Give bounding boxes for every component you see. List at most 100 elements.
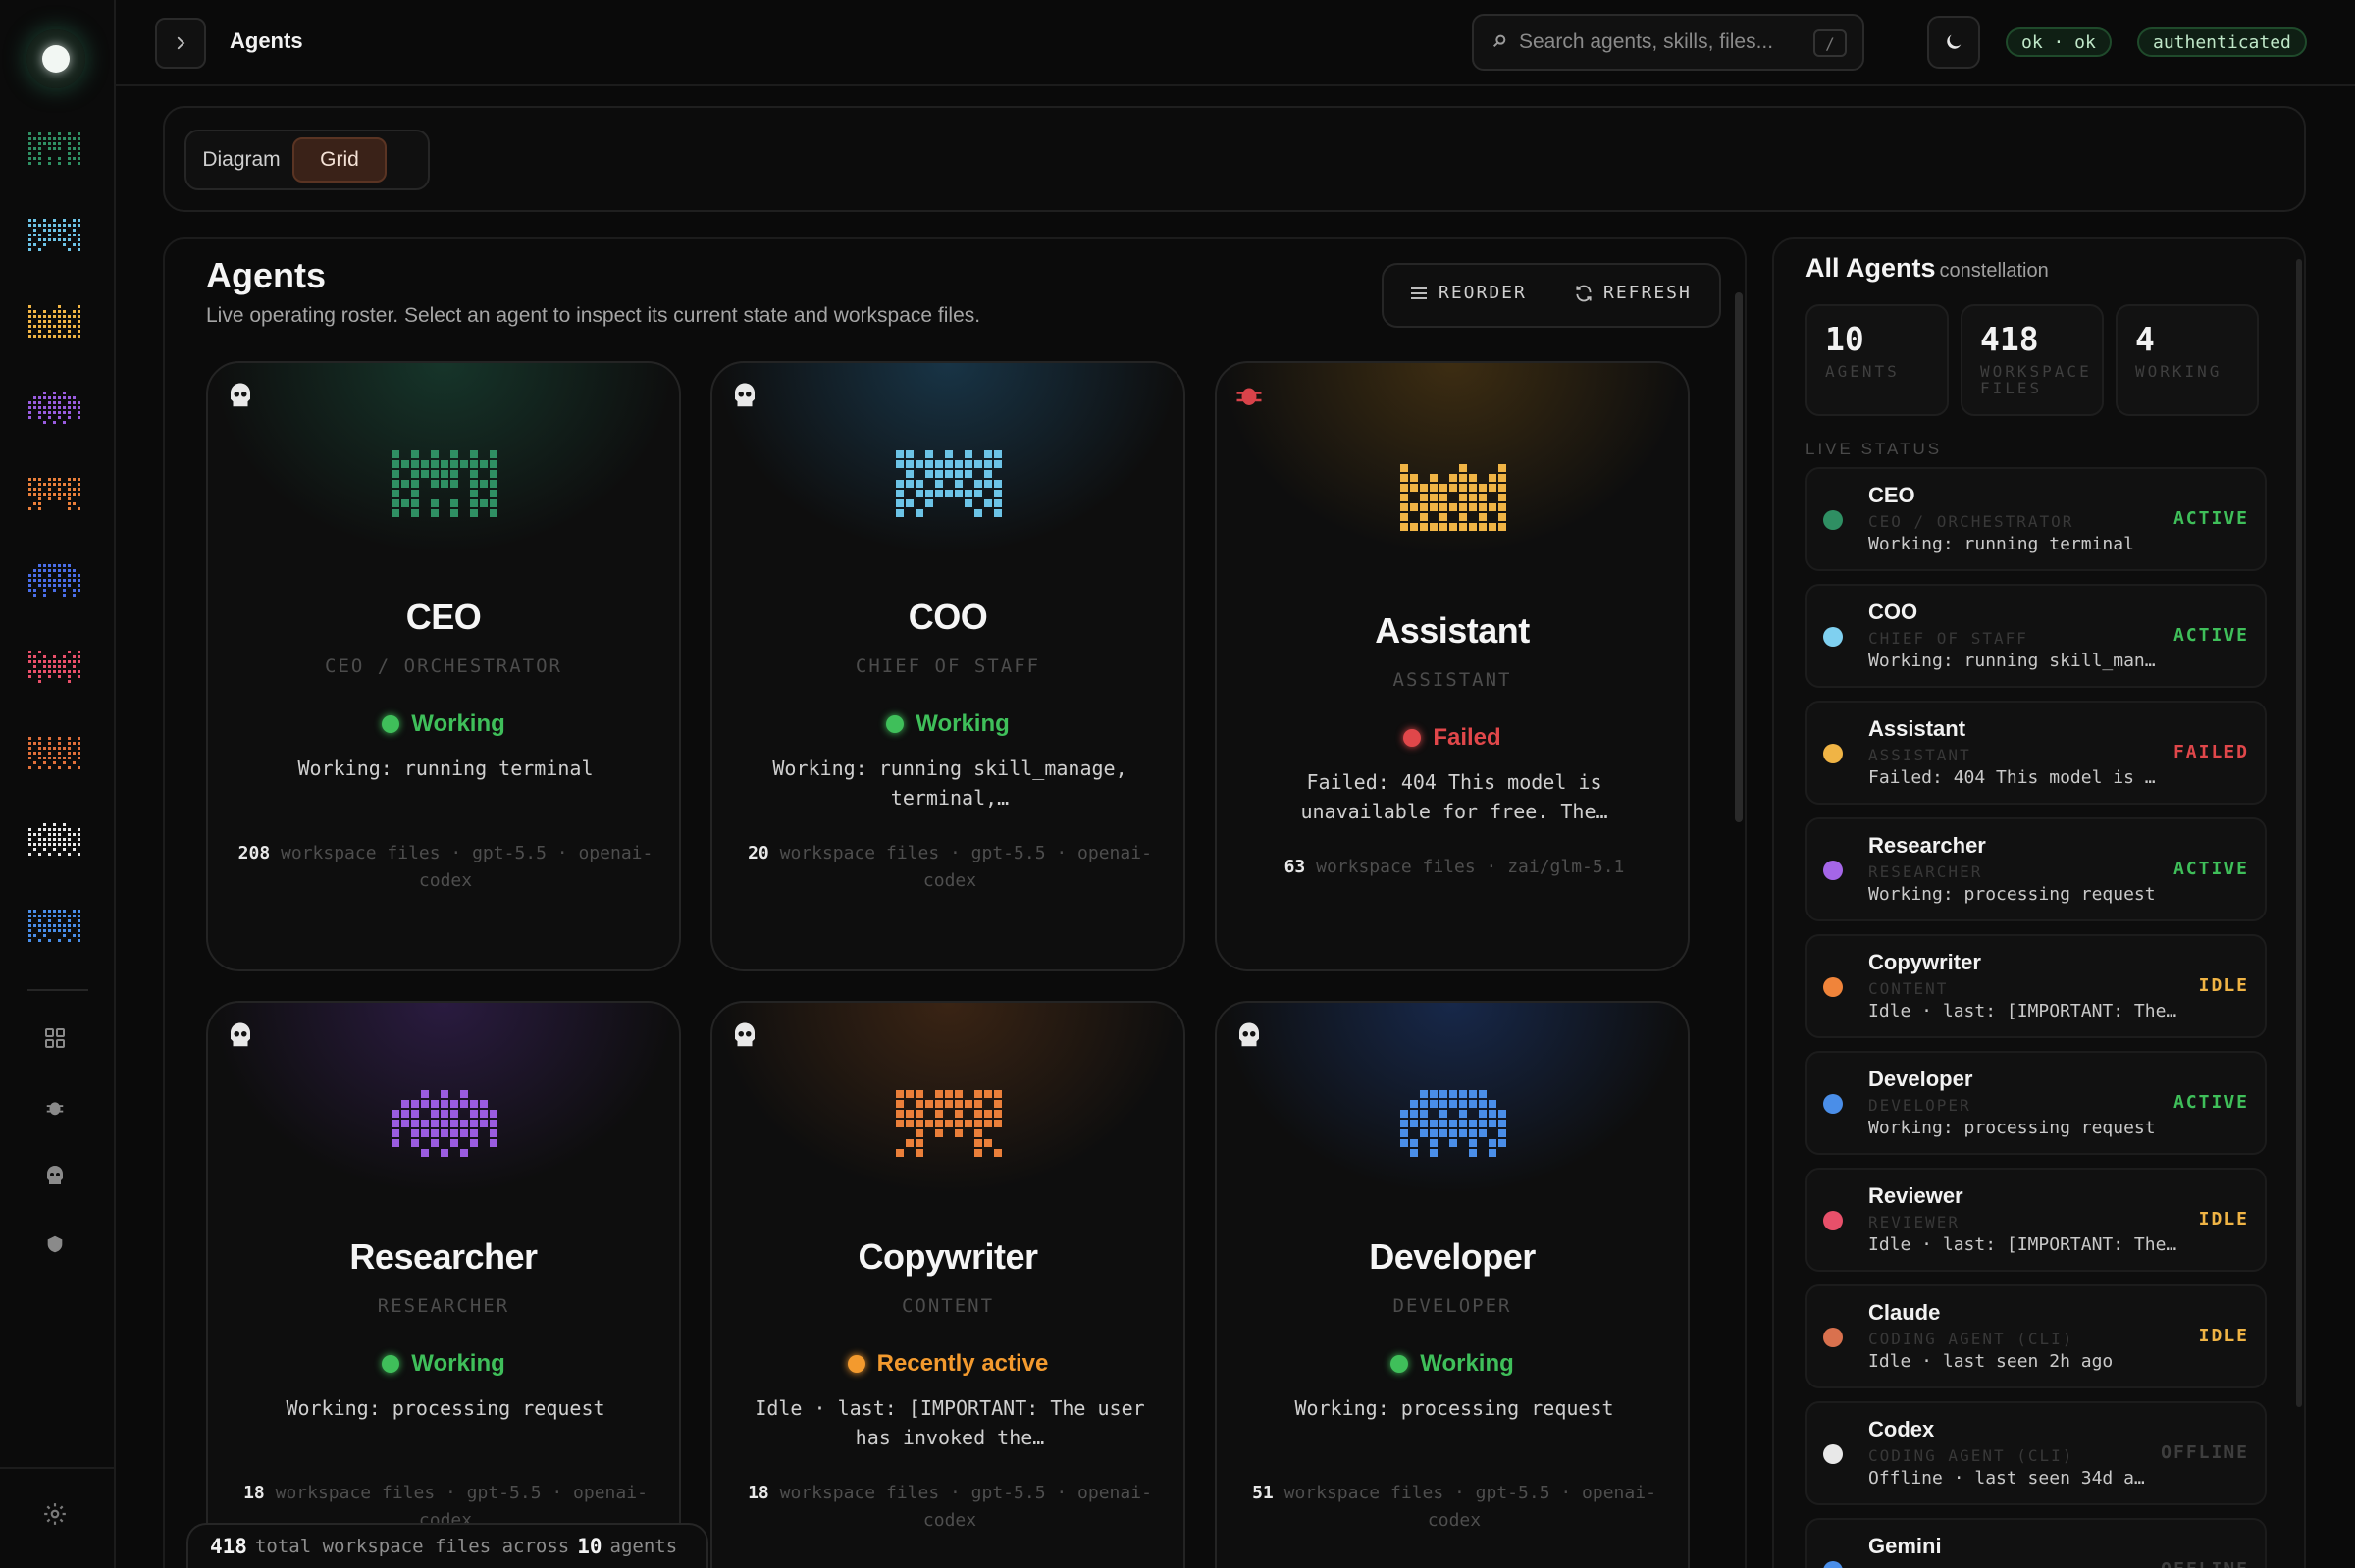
status-indicator: Working: [712, 710, 1183, 738]
agent-name: Claude: [1868, 1300, 1941, 1325]
meta-text: workspace files · gpt-5.5 · openai-codex: [779, 843, 1152, 891]
agent-card[interactable]: Developer DEVELOPER Working Working: pro…: [1215, 1001, 1690, 1568]
live-status-row[interactable]: CEO CEO / ORCHESTRATOR Working: running …: [1806, 467, 2267, 571]
status-detail: Working: running terminal: [1868, 534, 2134, 554]
status-dot: [1823, 1211, 1843, 1230]
rail-agent-avatar[interactable]: [27, 304, 80, 343]
rail-agent-avatar[interactable]: [27, 477, 80, 516]
rail-agent-avatar[interactable]: [27, 736, 80, 775]
agent-sprite: [391, 449, 500, 532]
panel-title: Agents: [206, 255, 327, 295]
agent-name: Assistant: [1868, 716, 1966, 741]
status-indicator: Working: [208, 710, 679, 738]
stat-label: AGENTS: [1825, 362, 1900, 381]
agent-role: CHIEF OF STAFF: [1868, 629, 2028, 648]
status-label: Recently active: [876, 1350, 1049, 1377]
agent-name: Developer: [1369, 1236, 1536, 1277]
agent-card[interactable]: COO CHIEF OF STAFF Working Working: runn…: [710, 361, 1185, 971]
state-badge: OFFLINE: [2161, 1559, 2249, 1568]
total-files: 418: [210, 1535, 247, 1558]
status-indicator: Working: [208, 1350, 679, 1378]
live-status-row[interactable]: Codex CODING AGENT (CLI) Offline · last …: [1806, 1401, 2267, 1505]
agent-role: CODING AGENT (CLI): [1868, 1330, 2074, 1348]
settings-gear-icon[interactable]: [40, 1499, 70, 1529]
search-box[interactable]: /: [1472, 14, 1864, 71]
agent-name: CEO: [405, 597, 482, 637]
meta-text: workspace files · gpt-5.5 · openai-codex: [779, 1483, 1152, 1531]
skull-icon: [226, 381, 257, 412]
agent-role: ASSISTANT: [1392, 669, 1512, 691]
grid-view-button[interactable]: Grid: [292, 137, 387, 183]
live-status-row[interactable]: Assistant ASSISTANT Failed: 404 This mod…: [1806, 701, 2267, 805]
skull-icon[interactable]: [40, 1161, 70, 1190]
status-detail: Working: running skill_manage, terminal,…: [772, 757, 1127, 810]
expand-sidebar-button[interactable]: [155, 18, 206, 69]
chevron-right-icon: [177, 36, 185, 50]
state-badge: ACTIVE: [2172, 859, 2249, 879]
status-dot: [382, 715, 400, 733]
live-status-row[interactable]: COO CHIEF OF STAFF Working: running skil…: [1806, 584, 2267, 688]
agent-name: Reviewer: [1868, 1183, 1963, 1208]
bug-icon[interactable]: [40, 1092, 70, 1122]
file-count: 20: [748, 843, 769, 863]
status-indicator: Failed: [1217, 724, 1688, 752]
agents-panel: Agents Live operating roster. Select an …: [163, 237, 1747, 1568]
left-rail: [0, 0, 116, 1568]
live-status-row[interactable]: Claude CODING AGENT (CLI) Idle · last se…: [1806, 1284, 2267, 1388]
live-status-row[interactable]: Reviewer REVIEWER Idle · last: [IMPORTAN…: [1806, 1168, 2267, 1272]
menu-icon: [1411, 287, 1427, 299]
agent-card[interactable]: CEO CEO / ORCHESTRATOR Working Working: …: [206, 361, 681, 971]
agent-role: CEO / ORCHESTRATOR: [1868, 512, 2074, 531]
scrollbar[interactable]: [1735, 292, 1743, 822]
agent-card[interactable]: Copywriter CONTENT Recently active Idle …: [710, 1001, 1185, 1568]
status-detail: Offline · last seen 34d a…: [1868, 1468, 2145, 1489]
rail-agent-avatar[interactable]: [27, 563, 80, 602]
status-detail: Idle · last seen 2h ago: [1868, 1351, 2114, 1372]
agent-sprite: [1399, 463, 1509, 546]
stat-card: 10 AGENTS: [1806, 304, 1949, 416]
agent-role: REVIEWER: [1868, 1213, 1961, 1231]
rail-agent-avatar[interactable]: [27, 391, 80, 430]
skull-icon: [1234, 1020, 1266, 1052]
agent-name: Developer: [1868, 1067, 1973, 1091]
skull-icon: [226, 1020, 257, 1052]
status-detail: Idle · last: [IMPORTANT: The user has in…: [755, 1396, 1145, 1449]
stat-card: 418 WORKSPACE FILES: [1961, 304, 2104, 416]
constellation-subtitle: constellation: [1939, 260, 2049, 282]
agent-card[interactable]: Assistant ASSISTANT Failed Failed: 404 T…: [1215, 361, 1690, 971]
refresh-button[interactable]: REFRESH: [1574, 283, 1692, 303]
agent-card[interactable]: Researcher RESEARCHER Working Working: p…: [206, 1001, 681, 1568]
status-detail: Working: running terminal: [297, 757, 594, 780]
rail-agent-avatar[interactable]: [27, 131, 80, 171]
status-dot: [1403, 729, 1422, 747]
agent-name: COO: [1868, 600, 1918, 624]
grid-view-icon[interactable]: [40, 1023, 70, 1053]
status-detail: Failed: 404 This model is unavailable fo…: [1300, 770, 1608, 823]
file-count: 51: [1252, 1483, 1274, 1503]
shield-icon[interactable]: [40, 1229, 70, 1259]
scrollbar[interactable]: [2296, 259, 2302, 1407]
live-status-row[interactable]: Researcher RESEARCHER Working: processin…: [1806, 817, 2267, 921]
rail-agent-avatar[interactable]: [27, 650, 80, 689]
workspace-total-chip: 418 total workspace files across 10 agen…: [186, 1523, 708, 1568]
status-dot: [1823, 1561, 1843, 1568]
live-status-row[interactable]: Gemini OFFLINE: [1806, 1518, 2267, 1568]
live-status-row[interactable]: Developer DEVELOPER Working: processing …: [1806, 1051, 2267, 1155]
rail-agent-avatar[interactable]: [27, 822, 80, 862]
view-bar: Diagram Grid: [163, 106, 2306, 212]
logo[interactable]: [26, 29, 85, 88]
search-input[interactable]: [1519, 27, 1794, 57]
rail-agent-avatar[interactable]: [27, 909, 80, 948]
rail-agent-avatar[interactable]: [27, 218, 80, 257]
theme-toggle-button[interactable]: [1927, 16, 1980, 69]
panel-subtitle: Live operating roster. Select an agent t…: [206, 304, 981, 327]
moon-icon: [1947, 34, 1962, 49]
diagram-view-button[interactable]: Diagram: [196, 137, 287, 183]
reorder-button[interactable]: REORDER: [1409, 283, 1527, 303]
agent-name: Researcher: [349, 1236, 538, 1277]
agent-sprite: [391, 1089, 500, 1172]
rail-divider: [0, 1467, 116, 1469]
live-status-row[interactable]: Copywriter CONTENT Idle · last: [IMPORTA…: [1806, 934, 2267, 1038]
state-badge: IDLE: [2198, 975, 2249, 996]
stat-value: 10: [1825, 320, 1864, 358]
